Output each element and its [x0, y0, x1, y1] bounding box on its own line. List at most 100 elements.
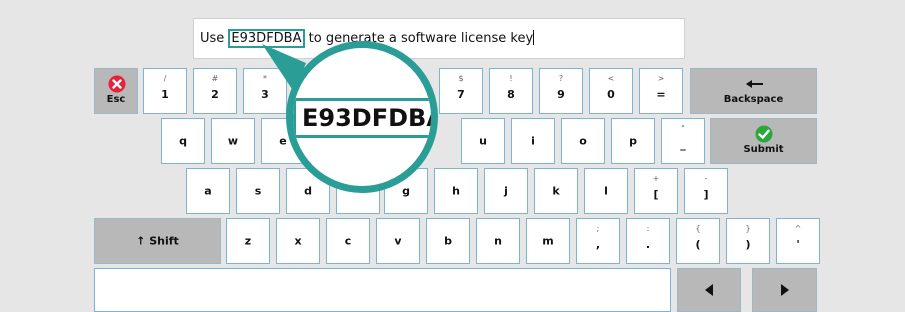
shift-label: Shift — [149, 234, 179, 248]
key-c[interactable]: c — [326, 218, 370, 264]
key-2[interactable]: #2 — [193, 68, 237, 114]
key-p[interactable]: p — [611, 118, 655, 164]
key-label: b — [444, 234, 452, 248]
input-prefix: Use — [200, 31, 229, 46]
key-u[interactable]: u — [461, 118, 505, 164]
key-h[interactable]: h — [434, 168, 478, 214]
left-arrow-icon — [705, 284, 713, 296]
key-main-label: [ — [653, 188, 659, 201]
right-arrow-key[interactable] — [752, 268, 817, 312]
key-alt-label: ^ — [794, 224, 802, 233]
shift-content: ↑ Shift — [95, 235, 220, 248]
key-main-label: 3 — [261, 88, 269, 101]
key-main-label: 8 — [507, 88, 515, 101]
key-main-label: ' — [796, 238, 800, 251]
key-label: u — [479, 134, 487, 148]
key-x[interactable]: x — [276, 218, 320, 264]
backspace-label: Backspace — [723, 94, 784, 105]
key-alt-label: < — [607, 74, 615, 83]
text-caret — [533, 30, 535, 45]
key-main-label: 9 — [557, 88, 565, 101]
key-label: a — [204, 184, 212, 198]
key-quote-underscore[interactable]: " _ — [661, 118, 705, 164]
key-alt-label: ; — [596, 224, 600, 233]
key-sym-3[interactable]: }) — [726, 218, 770, 264]
key-j[interactable]: j — [484, 168, 528, 214]
key-alt-label: / — [163, 74, 167, 83]
submit-label: Submit — [743, 144, 784, 155]
key-sym-1[interactable]: :. — [626, 218, 670, 264]
key-label: p — [629, 134, 637, 148]
key-v[interactable]: v — [376, 218, 420, 264]
key-label: n — [494, 234, 502, 248]
key-8[interactable]: ! 8 — [489, 68, 533, 114]
key-b[interactable]: b — [426, 218, 470, 264]
key-l[interactable]: l — [584, 168, 628, 214]
key-alt-label: + — [652, 174, 660, 183]
key-sym-0[interactable]: ;, — [576, 218, 620, 264]
key-9[interactable]: ? 9 — [539, 68, 583, 114]
up-arrow-icon: ↑ — [136, 234, 146, 248]
key-o[interactable]: o — [561, 118, 605, 164]
shift-key[interactable]: ↑ Shift — [94, 218, 221, 264]
key-a[interactable]: a — [186, 168, 230, 214]
key-alt-label: # — [211, 74, 219, 83]
key-label: v — [394, 234, 402, 248]
key-0[interactable]: <0 — [589, 68, 633, 114]
key-main-label: 2 — [211, 88, 219, 101]
key-1[interactable]: /1 — [143, 68, 187, 114]
key-main-label: 0 — [607, 88, 615, 101]
magnified-key-text: E93DFDBA — [293, 98, 431, 138]
backspace-key[interactable]: Backspace — [690, 68, 817, 114]
key-alt-label: " — [681, 124, 685, 133]
key-sym-4[interactable]: ^ ' — [776, 218, 820, 264]
key-main-label: _ — [680, 138, 686, 151]
highlighted-key: E93DFDBA — [228, 29, 305, 48]
key-alt-label: * — [263, 74, 267, 83]
key-label: k — [552, 184, 560, 198]
right-arrow-icon — [781, 284, 789, 296]
key-alt-label: } — [745, 224, 751, 233]
space-bar[interactable] — [94, 268, 671, 312]
key-main-label: ( — [695, 238, 701, 251]
key-label: o — [579, 134, 587, 148]
backspace-arrow-icon — [746, 80, 763, 88]
key-m[interactable]: m — [526, 218, 570, 264]
key-main-label: ) — [745, 238, 751, 251]
key-label: h — [452, 184, 460, 198]
key-main-label: ] — [703, 188, 709, 201]
submit-key[interactable]: Submit — [710, 118, 817, 164]
key-alt-label: > — [657, 74, 665, 83]
key-s[interactable]: s — [236, 168, 280, 214]
checkmark-circle-icon — [755, 125, 773, 143]
key-=[interactable]: > = — [639, 68, 683, 114]
key-alt-label: ! — [509, 74, 513, 83]
key-i[interactable]: i — [511, 118, 555, 164]
license-text-input[interactable]: Use E93DFDBA to generate a software lice… — [193, 18, 685, 59]
key-alt-label: $ — [458, 74, 464, 83]
key-bracket-1[interactable]: -] — [684, 168, 728, 214]
key-label: x — [294, 234, 302, 248]
key-label: w — [227, 134, 239, 148]
key-sym-2[interactable]: {( — [676, 218, 720, 264]
key-7[interactable]: $7 — [439, 68, 483, 114]
key-main-label: , — [595, 238, 601, 251]
left-arrow-key[interactable] — [677, 268, 741, 312]
key-label: i — [531, 134, 535, 148]
key-w[interactable]: w — [211, 118, 255, 164]
key-alt-label: : — [646, 224, 650, 233]
esc-label: Esc — [106, 94, 126, 105]
key-label: m — [542, 234, 554, 248]
key-3[interactable]: * 3 — [243, 68, 287, 114]
key-bracket-0[interactable]: +[ — [634, 168, 678, 214]
key-label: q — [179, 134, 187, 148]
key-q[interactable]: q — [161, 118, 205, 164]
key-alt-label: { — [695, 224, 701, 233]
close-circle-icon — [108, 75, 126, 93]
esc-key[interactable]: Esc — [94, 68, 138, 114]
key-label: c — [344, 234, 352, 248]
key-z[interactable]: z — [226, 218, 270, 264]
key-main-label: . — [645, 238, 651, 251]
key-n[interactable]: n — [476, 218, 520, 264]
key-k[interactable]: k — [534, 168, 578, 214]
